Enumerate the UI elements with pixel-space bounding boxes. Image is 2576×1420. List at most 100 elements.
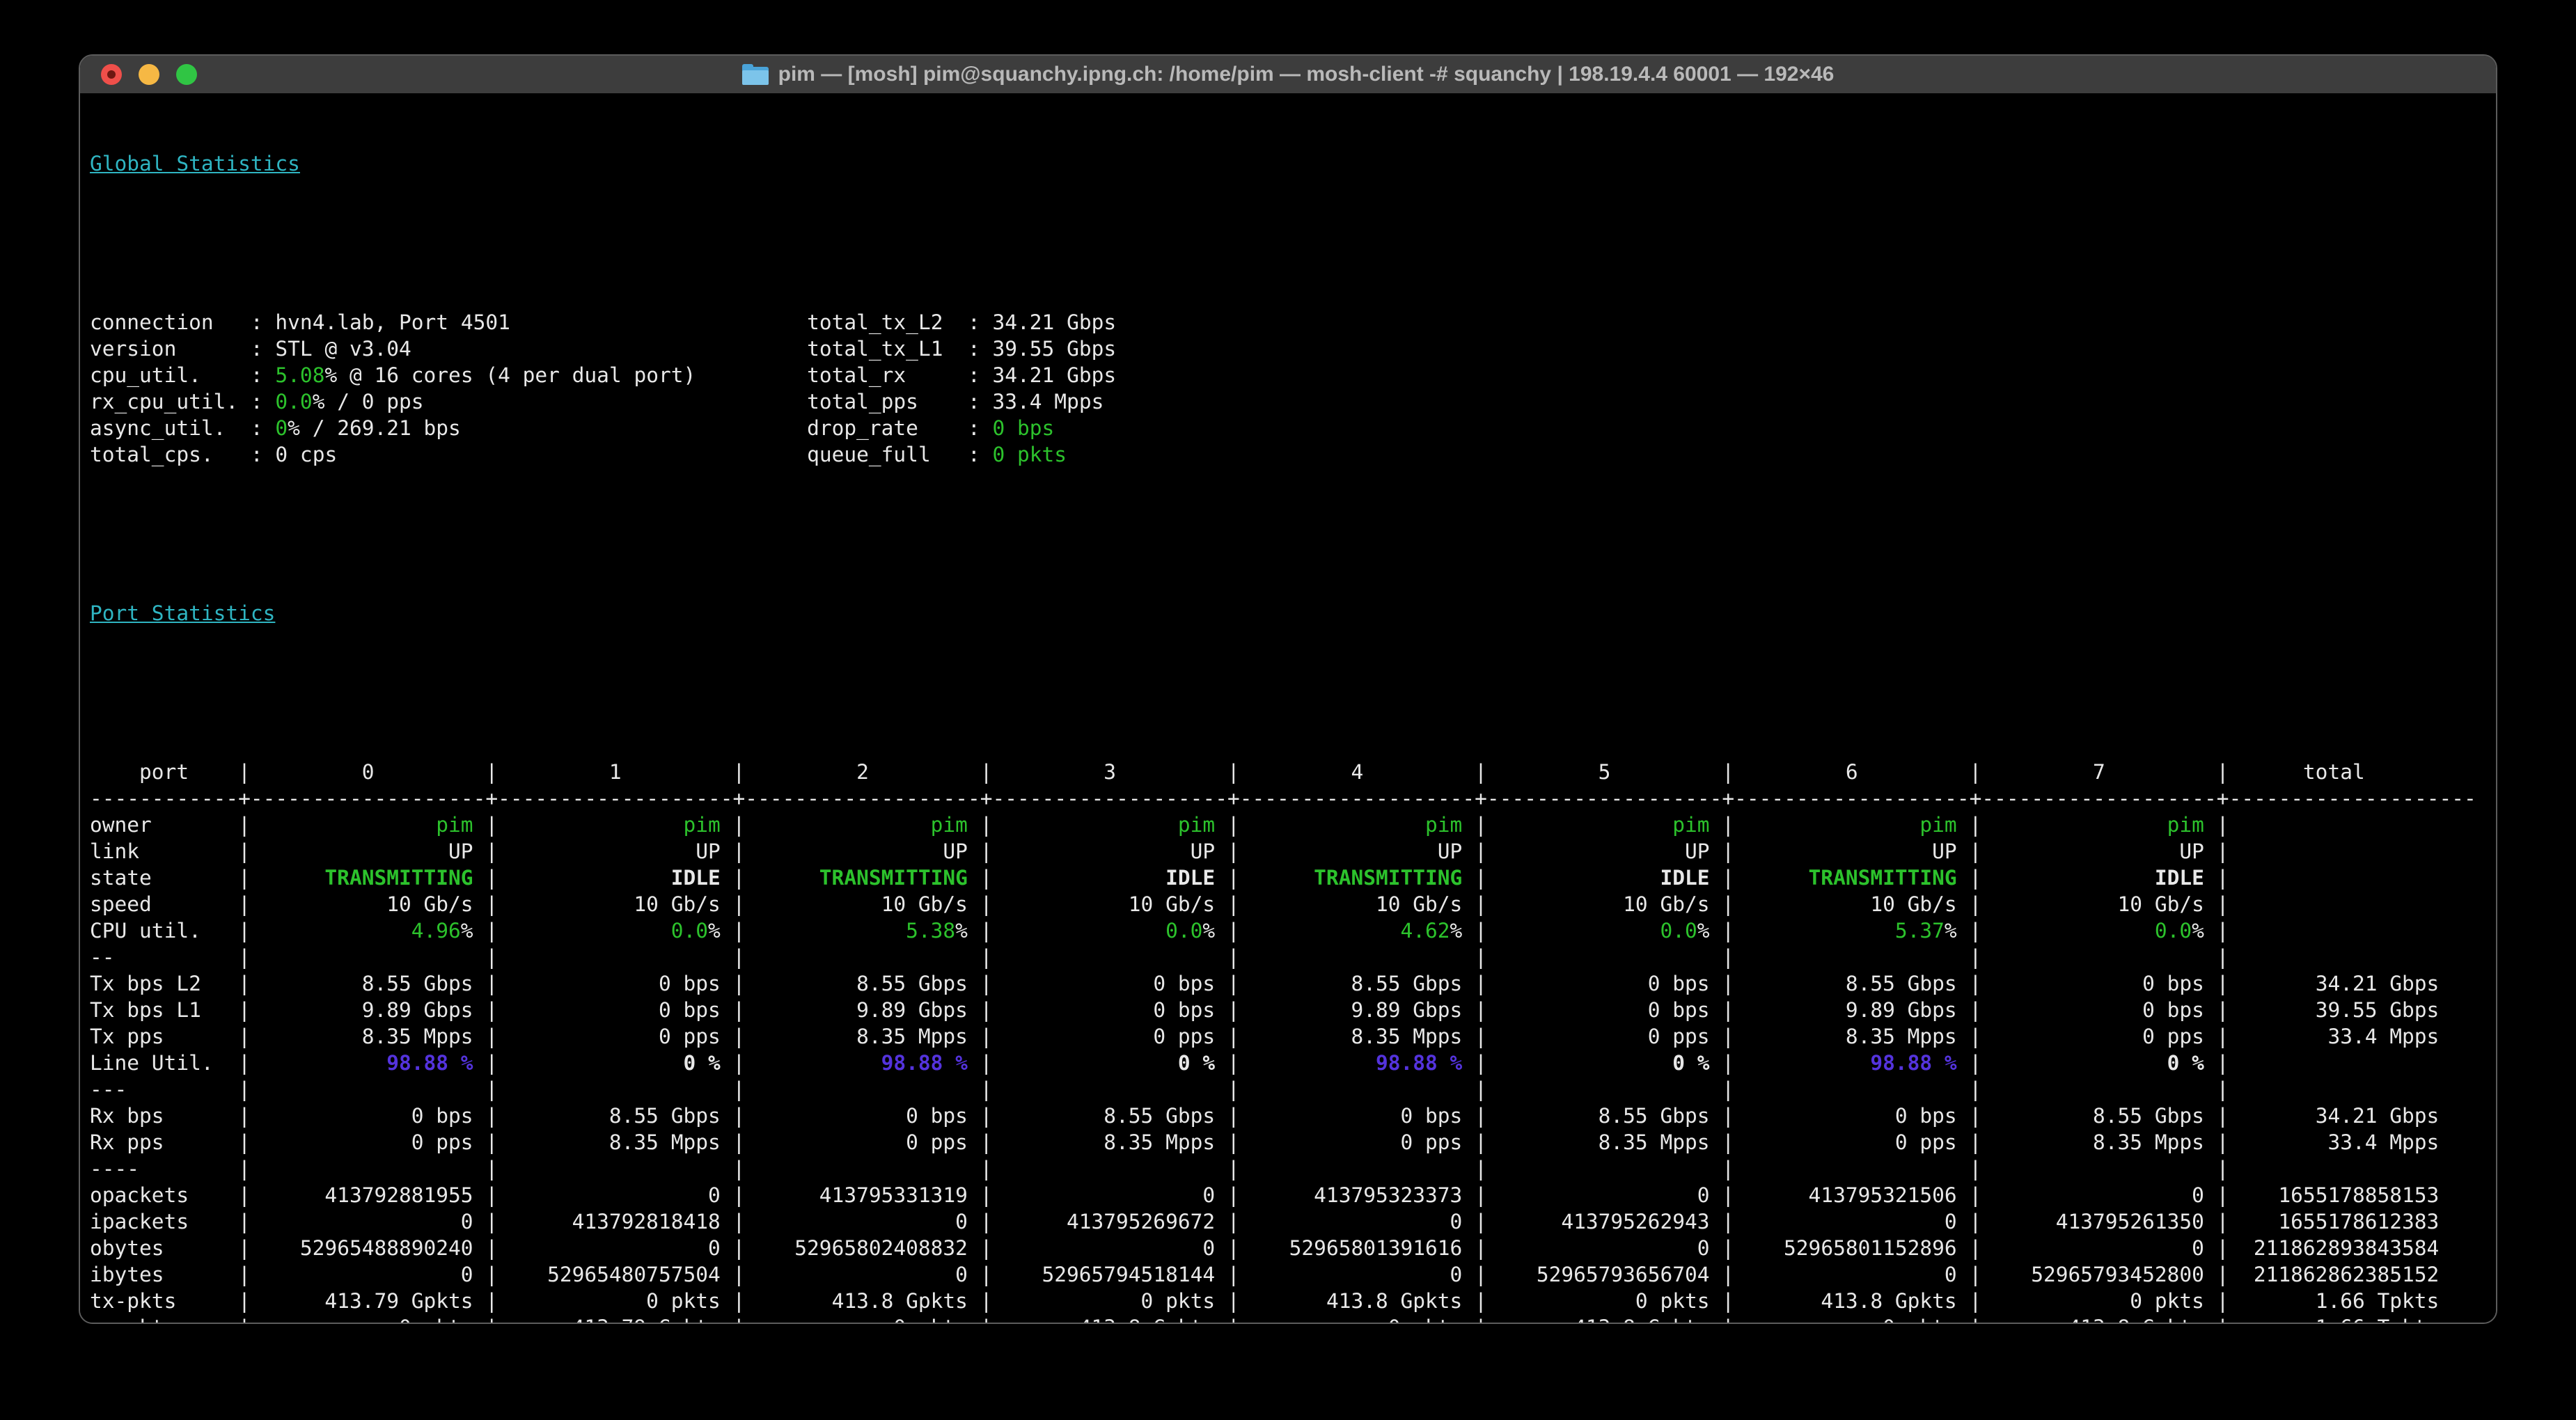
column-separator: | <box>1969 1157 1982 1181</box>
table-cell-total <box>2229 1076 2476 1103</box>
column-separator: | <box>238 1130 251 1154</box>
column-separator: | <box>733 1314 746 1323</box>
table-cell: 0 % <box>1487 1050 1722 1076</box>
text-part: 33.4 Mpps <box>992 390 1104 413</box>
column-separator: | <box>1722 945 1735 969</box>
terminal-screen[interactable]: Global Statistics connection: hvn4.lab, … <box>80 93 2496 1323</box>
table-cell: 0 <box>1944 1263 1957 1286</box>
table-row: Tx pps | 8.35 Mpps | 0 pps | 8.35 Mpps | 0 pps | 8… <box>90 1023 2496 1050</box>
table-row-label: --- <box>90 1078 127 1101</box>
column-separator: | <box>2216 1236 2229 1260</box>
column-separator: | <box>1475 998 1487 1022</box>
table-cell: 0.0% <box>1487 917 1722 944</box>
table-cell: 0 bps <box>2142 972 2204 995</box>
column-separator: | <box>1227 760 1240 784</box>
table-cell: 52965802408832 <box>794 1236 968 1260</box>
table-cell-total: 39.55 Gbps <box>2315 998 2440 1022</box>
text-part: TRANSMITTING <box>819 866 968 890</box>
column-separator: | <box>980 1236 993 1260</box>
close-button[interactable] <box>101 64 122 85</box>
column-separator: | <box>980 945 993 969</box>
column-separator: | <box>732 1183 746 1207</box>
table-cell: 0 bps <box>658 998 721 1022</box>
table-cell: 52965488890240 <box>299 1236 473 1260</box>
table-cell: 8.55 Gbps <box>1104 1104 1216 1128</box>
table-cell: 0 bps <box>658 972 721 995</box>
table-cell: 0 <box>1450 1210 1463 1233</box>
column-separator: | <box>485 972 498 995</box>
text-part: 0 % <box>683 1051 721 1075</box>
table-row-label: Tx bps L1 <box>90 998 201 1022</box>
column-separator: | <box>485 1289 498 1313</box>
global-stats-line: async_util.: 0% / 269.21 bps drop_rate: 0… <box>90 416 1055 440</box>
column-separator: | <box>238 760 251 784</box>
table-cell: 98.88 % <box>1240 1050 1475 1076</box>
column-separator: | <box>238 972 251 995</box>
table-cell: 0 pps <box>2142 1025 2204 1048</box>
column-separator: | <box>238 1236 251 1260</box>
table-header-col: 0 <box>361 760 375 784</box>
table-cell: 10 Gb/s <box>386 892 473 916</box>
port-statistics-table: port | 0 | 1 | 2 | 3 | 4 | 5 | 6 | 7 | total ------------+-… <box>90 759 2496 1323</box>
table-cell: 0 bps <box>1647 998 1710 1022</box>
table-cell: 10 Gb/s <box>1128 892 1216 916</box>
text-part: 5.08 <box>275 363 325 387</box>
global-stat-right: drop_rate: 0 bps <box>807 416 1055 440</box>
column-separator: | <box>1722 998 1735 1022</box>
table-row: owner | pim | pim | pim | pim | pim | pim | pim | pim | <box>90 812 2496 838</box>
column-separator: | <box>1475 1210 1487 1233</box>
table-cell: 413792818418 <box>572 1210 721 1233</box>
column-separator: | <box>1227 1051 1240 1075</box>
table-cell <box>498 944 732 970</box>
global-statistics-section: connection: hvn4.lab, Port 4501 total_tx_… <box>90 309 2496 468</box>
table-row-label: opackets <box>90 1183 189 1207</box>
text-part: IDLE <box>1165 866 1216 890</box>
text-part: % <box>1697 919 1710 942</box>
column-separator: | <box>1969 1263 1982 1286</box>
column-separator: | <box>2216 1051 2229 1075</box>
column-separator: | <box>980 892 993 916</box>
global-stat-right: total_tx_L1: 39.55 Gbps <box>807 337 1117 361</box>
titlebar[interactable]: pim — [mosh] pim@squanchy.ipng.ch: /home… <box>80 56 2496 94</box>
table-row: CPU util. | 4.96% | 0.0% | 5.38% | 0.0% | 4.62% | 0.… <box>90 917 2496 944</box>
column-separator: | <box>2216 1289 2229 1313</box>
column-separator: | <box>980 1183 993 1207</box>
table-cell <box>992 1155 1227 1182</box>
column-separator: | <box>1722 1236 1735 1260</box>
column-separator: | <box>485 1263 498 1286</box>
column-separator: | <box>1969 972 1982 995</box>
table-cell: pim <box>1487 812 1722 838</box>
column-separator: | <box>1475 1183 1487 1207</box>
column-separator: | <box>2216 1025 2229 1048</box>
text-part: 5.37 <box>1894 919 1945 942</box>
global-stat-value: STL @ v3.04 <box>275 337 411 361</box>
global-stat-label: total_tx_L2 <box>807 310 943 334</box>
table-row: -- | | | | | | | | | <box>90 944 2496 970</box>
zoom-button[interactable] <box>176 64 197 85</box>
text-part: IDLE <box>2154 866 2204 890</box>
table-cell: 10 Gb/s <box>1870 892 1957 916</box>
table-cell: 413.79 Gpkts <box>498 1314 732 1323</box>
text-part: 4.62 <box>1400 919 1450 942</box>
table-cell: 52965801152896 <box>1784 1236 1957 1260</box>
column-separator: | <box>238 1183 251 1207</box>
column-separator: | <box>1969 1289 1982 1313</box>
table-row: ipackets | 0 | 413792818418 | 0 | 413795269672 | 0… <box>90 1208 2496 1235</box>
minimize-button[interactable] <box>139 64 159 85</box>
column-separator: | <box>1722 1051 1735 1075</box>
text-part: 0 % <box>1177 1051 1216 1075</box>
column-separator: | <box>1475 813 1487 837</box>
column-separator: | <box>485 813 498 837</box>
table-cell: 0 <box>1697 1183 1710 1207</box>
table-cell: 0 pps <box>1894 1130 1957 1154</box>
global-stat-label: async_util. <box>90 416 226 440</box>
column-separator: | <box>1969 1236 1982 1260</box>
global-stat-right: total_rx: 34.21 Gbps <box>807 363 1117 387</box>
table-cell: 413795269672 <box>1066 1210 1216 1233</box>
table-row: ibytes | 0 | 52965480757504 | 0 | 52965794518144… <box>90 1261 2496 1288</box>
table-cell: 8.55 Gbps <box>1598 1104 1710 1128</box>
table-cell: 10 Gb/s <box>1375 892 1463 916</box>
column-separator: | <box>1227 839 1240 863</box>
table-dashed-separator: ------------+-------------------+-------… <box>90 787 2476 810</box>
